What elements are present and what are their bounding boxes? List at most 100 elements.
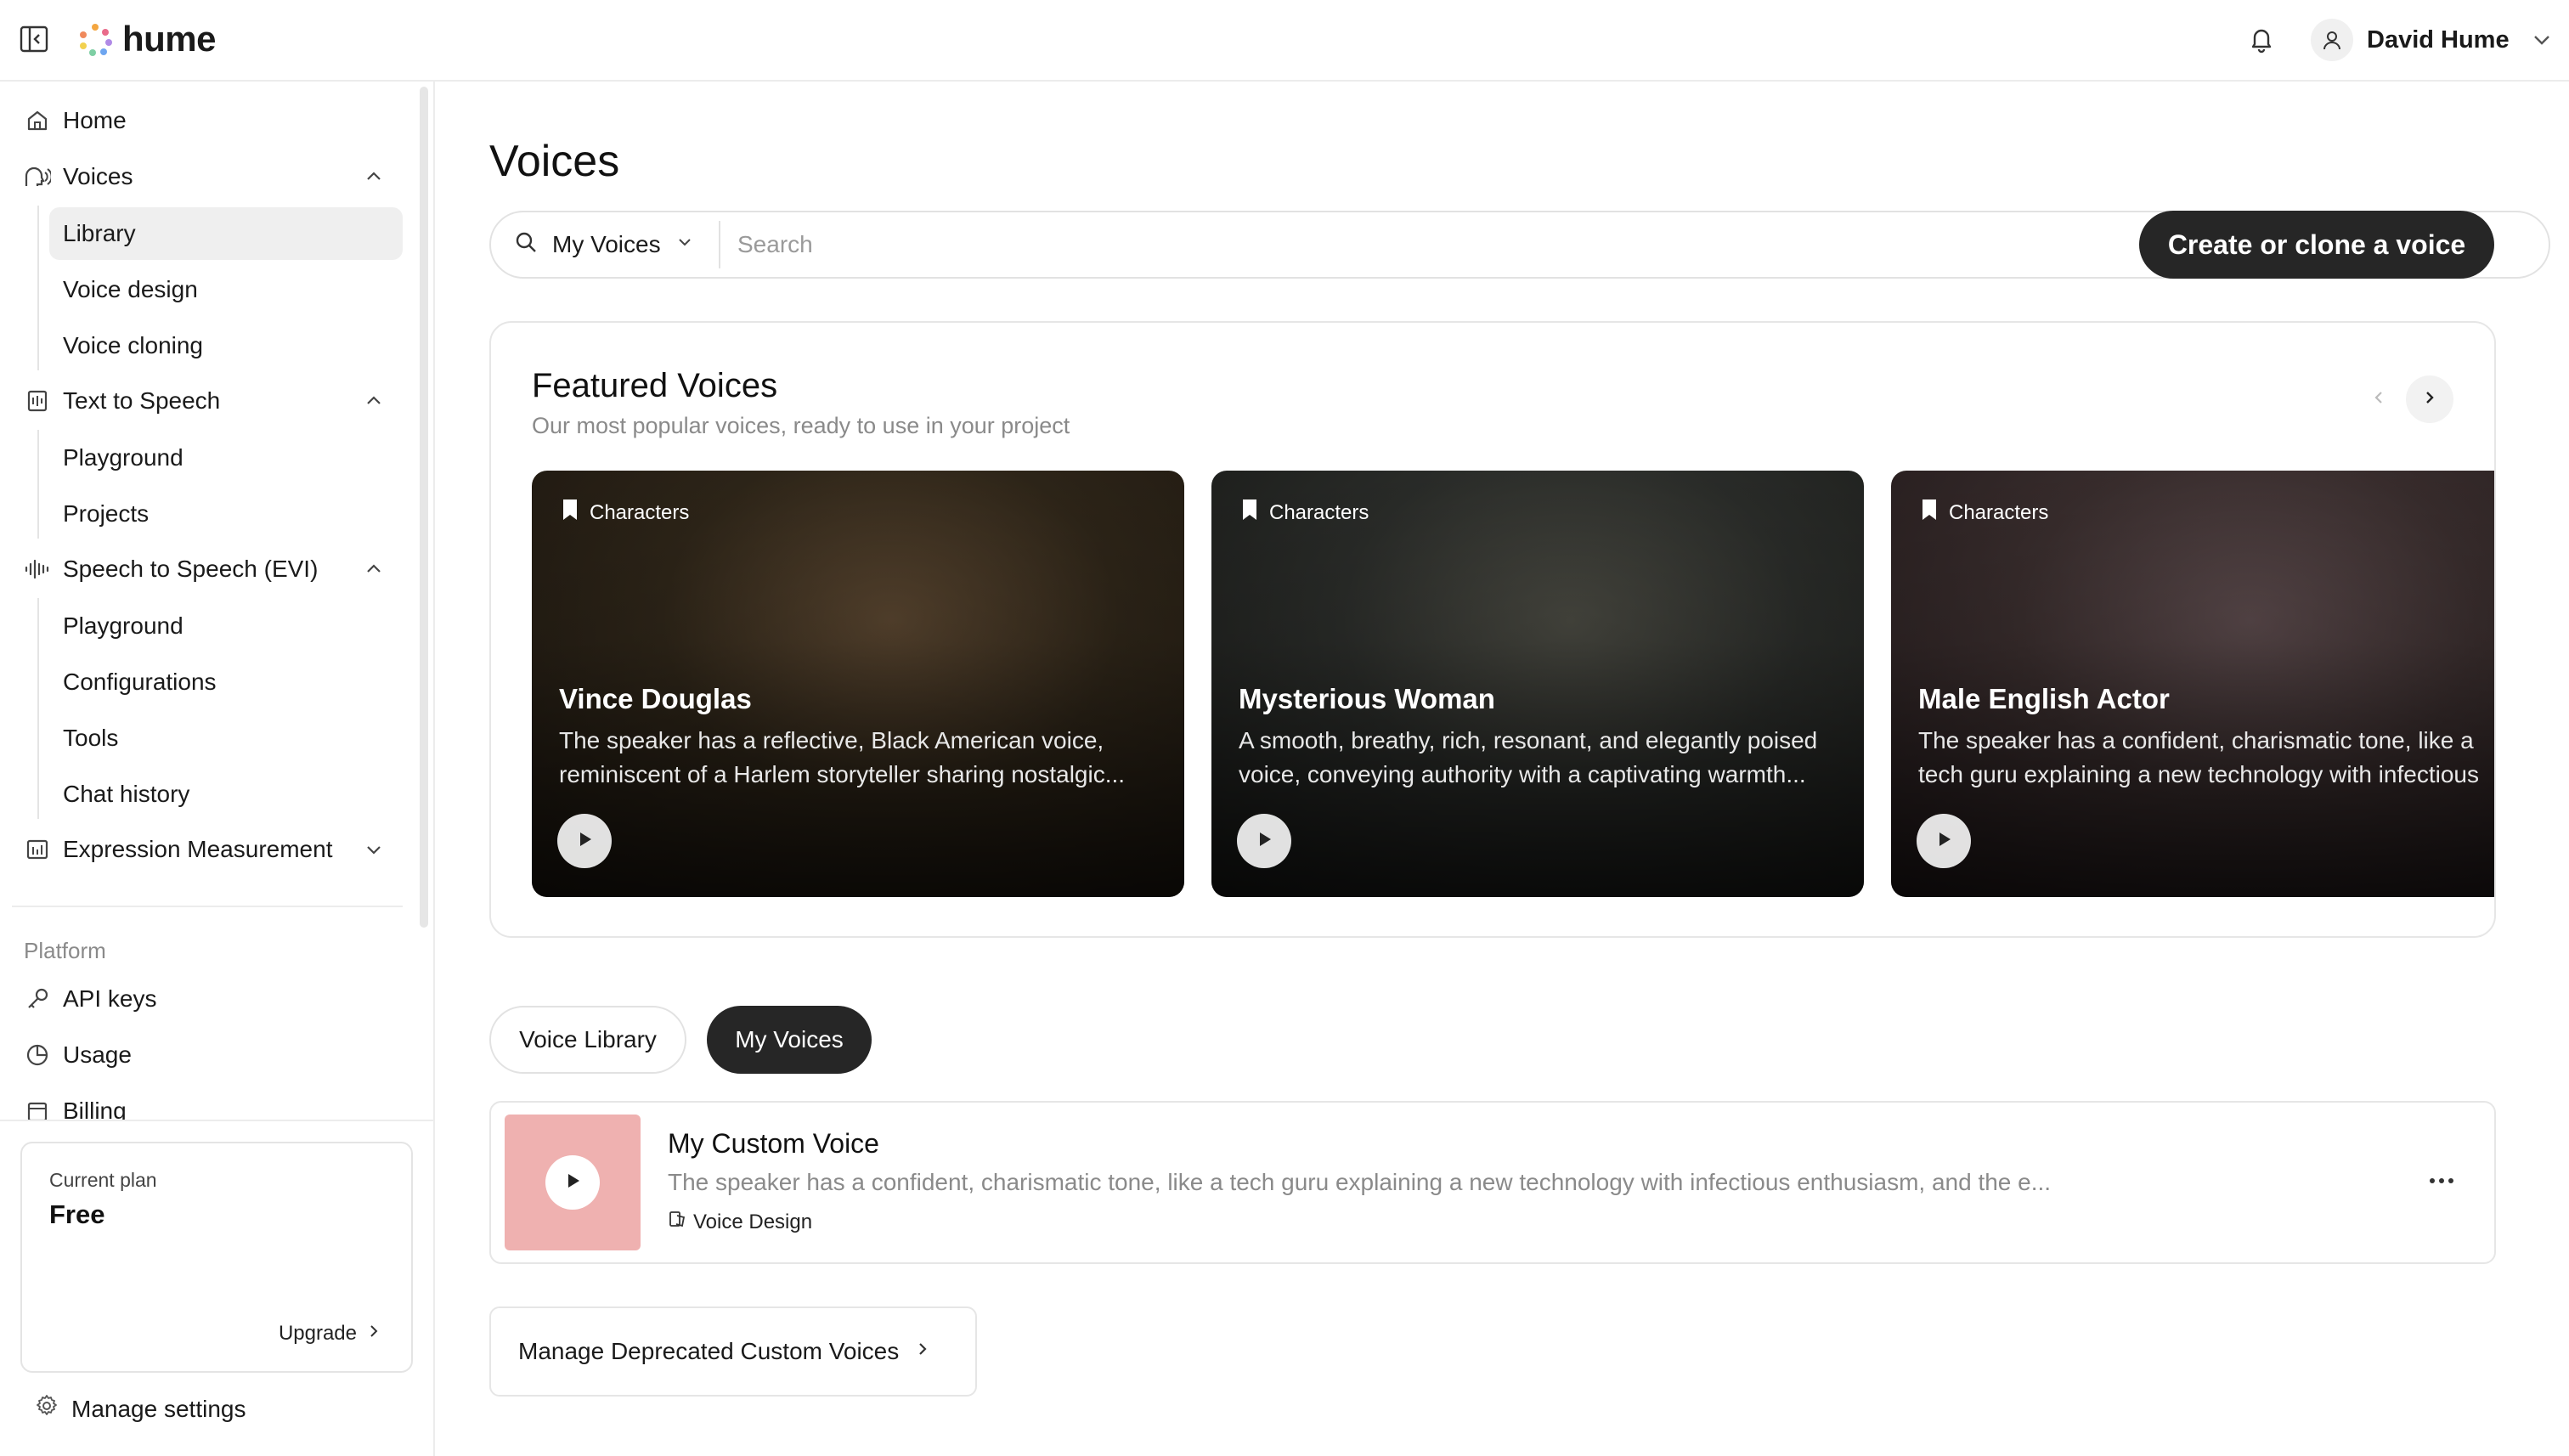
voice-type-label: Voice Design xyxy=(693,1210,813,1233)
bookmark-icon xyxy=(561,498,579,528)
platform-section-label: Platform xyxy=(24,938,106,963)
chevron-down-icon[interactable] xyxy=(362,838,386,861)
hume-logo[interactable]: hume xyxy=(78,19,217,59)
sidebar-item-projects[interactable]: Projects xyxy=(49,488,403,540)
card-tag-label: Characters xyxy=(1949,500,2049,524)
voice-name: My Custom Voice xyxy=(668,1128,879,1159)
manage-settings-link[interactable]: Manage settings xyxy=(34,1393,246,1425)
sidebar-item-configurations[interactable]: Configurations xyxy=(49,656,403,708)
play-button[interactable] xyxy=(545,1155,600,1210)
chevron-right-icon xyxy=(912,1338,933,1365)
sidebar-item-home[interactable]: Home xyxy=(24,97,127,144)
chevron-down-icon xyxy=(2530,28,2554,52)
sidebar-item-billing[interactable]: Billing xyxy=(24,1087,127,1120)
bookmark-icon xyxy=(1920,498,1939,528)
card-description: The speaker has a confident, charismatic… xyxy=(1918,727,2479,787)
create-clone-voice-button[interactable]: Create or clone a voice xyxy=(2139,211,2494,279)
user-name: David Hume xyxy=(2367,25,2510,54)
voice-filter-dropdown[interactable]: My Voices xyxy=(513,212,695,277)
submenu-line xyxy=(37,598,39,819)
play-button[interactable] xyxy=(557,814,612,868)
sidebar-divider xyxy=(12,906,403,907)
sidebar-item-usage[interactable]: Usage xyxy=(24,1031,132,1079)
card-name: Mysterious Woman xyxy=(1239,683,1495,714)
sidebar-item-voice-design[interactable]: Voice design xyxy=(49,263,403,316)
sidebar-item-voices[interactable]: Voices xyxy=(24,153,133,200)
plan-label: Current plan xyxy=(49,1169,157,1191)
sidebar-nav: Home Voices Library Voice design Voice c… xyxy=(0,82,420,1120)
current-plan-card: Current plan Free Upgrade xyxy=(20,1142,413,1373)
voice-card[interactable]: Characters Mysterious Woman A smooth, br… xyxy=(1211,471,1864,897)
logo-text: hume xyxy=(122,19,217,59)
voice-description: The speaker has a confident, charismatic… xyxy=(668,1169,2052,1195)
carousel-prev-button[interactable] xyxy=(2355,375,2402,423)
bar-chart-icon xyxy=(24,836,51,863)
featured-subtitle: Our most popular voices, ready to use in… xyxy=(532,413,1070,438)
sidebar-collapse-icon[interactable] xyxy=(19,24,49,54)
sidebar-item-tools[interactable]: Tools xyxy=(49,712,403,765)
plan-value: Free xyxy=(49,1199,105,1229)
sidebar-item-speech-to-speech[interactable]: Speech to Speech (EVI) xyxy=(24,545,318,593)
sidebar-item-tts-playground[interactable]: Playground xyxy=(49,432,403,484)
sidebar: Home Voices Library Voice design Voice c… xyxy=(0,82,435,1456)
filter-value: My Voices xyxy=(552,231,661,257)
chevron-up-icon[interactable] xyxy=(362,389,386,413)
chevron-up-icon[interactable] xyxy=(362,165,386,189)
card-description: A smooth, breathy, rich, resonant, and e… xyxy=(1239,727,1818,787)
waveform-icon xyxy=(24,556,51,583)
upgrade-label: Upgrade xyxy=(278,1322,357,1345)
sidebar-divider xyxy=(0,1120,433,1121)
play-icon xyxy=(573,828,596,855)
sidebar-item-evi-playground[interactable]: Playground xyxy=(49,600,403,652)
sidebar-item-label: Usage xyxy=(63,1041,132,1068)
featured-voices-panel: Featured Voices Our most popular voices,… xyxy=(489,321,2496,938)
upgrade-link[interactable]: Upgrade xyxy=(279,1322,382,1346)
sidebar-item-label: Expression Measurement xyxy=(63,836,333,862)
billing-icon xyxy=(24,1098,51,1120)
sidebar-item-expression-measurement[interactable]: Expression Measurement xyxy=(24,826,332,873)
play-button[interactable] xyxy=(1917,814,1971,868)
card-tag: Characters xyxy=(561,498,689,528)
search-input[interactable] xyxy=(737,219,2097,270)
search-separator xyxy=(719,221,720,268)
play-icon xyxy=(1933,828,1955,855)
featured-title: Featured Voices xyxy=(532,367,778,404)
carousel-next-button[interactable] xyxy=(2406,375,2453,423)
chevron-left-icon xyxy=(2369,387,2389,412)
notifications-bell-icon[interactable] xyxy=(2246,24,2277,54)
sidebar-item-library[interactable]: Library xyxy=(49,207,403,260)
voice-card[interactable]: Characters Vince Douglas The speaker has… xyxy=(532,471,1184,897)
chevron-up-icon[interactable] xyxy=(362,557,386,581)
sidebar-item-voice-cloning[interactable]: Voice cloning xyxy=(49,319,403,372)
sidebar-item-label: Billing xyxy=(63,1098,127,1120)
sidebar-item-label: Text to Speech xyxy=(63,387,221,414)
voice-thumbnail xyxy=(505,1115,641,1250)
sidebar-item-text-to-speech[interactable]: Text to Speech xyxy=(24,377,220,425)
chevron-down-icon xyxy=(675,231,695,258)
sidebar-item-chat-history[interactable]: Chat history xyxy=(49,768,403,821)
card-tag-label: Characters xyxy=(1269,500,1369,524)
custom-voice-row[interactable]: My Custom Voice The speaker has a confid… xyxy=(489,1101,2496,1264)
card-name: Male English Actor xyxy=(1918,683,2170,714)
submenu-line xyxy=(37,430,39,539)
card-tag: Characters xyxy=(1240,498,1369,528)
gear-icon xyxy=(34,1393,59,1425)
manage-deprecated-voices-button[interactable]: Manage Deprecated Custom Voices xyxy=(489,1306,977,1397)
voice-design-icon xyxy=(668,1210,686,1234)
sidebar-item-api-keys[interactable]: API keys xyxy=(24,975,156,1023)
submenu-line xyxy=(37,206,39,370)
sidebar-scrollbar[interactable] xyxy=(420,87,428,928)
hume-logo-icon xyxy=(78,22,112,56)
voice-head-icon xyxy=(24,163,51,190)
more-options-icon[interactable] xyxy=(2421,1164,2462,1198)
user-menu[interactable]: David Hume xyxy=(2311,17,2554,63)
play-button[interactable] xyxy=(1237,814,1291,868)
voice-card[interactable]: Characters Male English Actor The speake… xyxy=(1891,471,2494,897)
manage-deprecated-label: Manage Deprecated Custom Voices xyxy=(518,1338,900,1364)
tab-voice-library[interactable]: Voice Library xyxy=(489,1006,686,1074)
tab-my-voices[interactable]: My Voices xyxy=(707,1006,872,1074)
key-icon xyxy=(24,985,51,1013)
card-tag: Characters xyxy=(1920,498,2048,528)
sidebar-item-label: Voices xyxy=(63,163,133,189)
sidebar-item-label: API keys xyxy=(63,985,157,1012)
